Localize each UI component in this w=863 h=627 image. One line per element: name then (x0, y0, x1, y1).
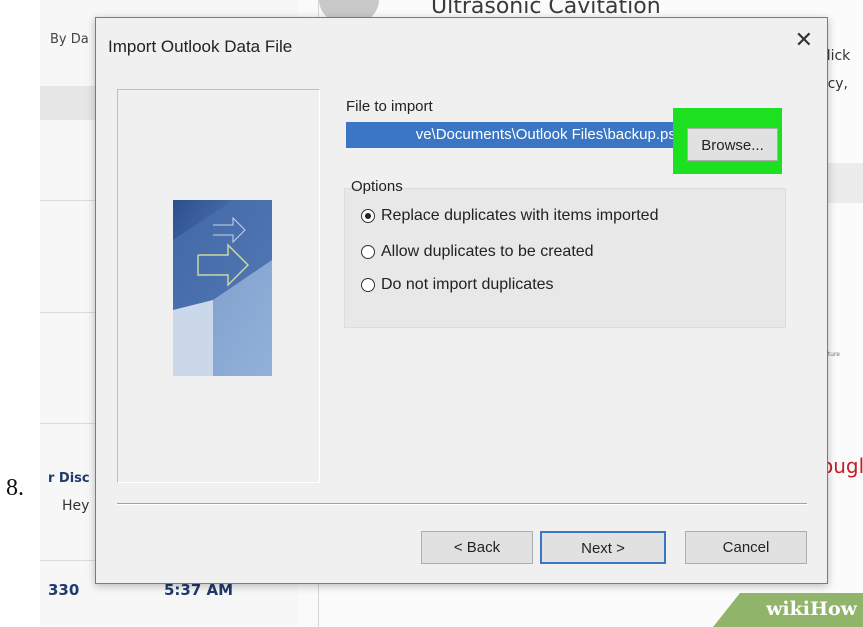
message-preview: Hey (62, 498, 90, 514)
radio-label: Replace duplicates with items imported (381, 207, 659, 224)
radio-unselected-icon[interactable] (361, 278, 375, 292)
radio-selected-icon[interactable] (361, 209, 375, 223)
back-button[interactable]: < Back (421, 531, 533, 564)
sort-by-label[interactable]: By Da (50, 32, 89, 47)
step-number: 8. (6, 475, 24, 501)
next-button[interactable]: Next > (540, 531, 666, 564)
import-dialog: Import Outlook Data File ✕ File to impor… (95, 17, 828, 584)
file-path-input[interactable]: ve\Documents\Outlook Files\backup.pst (346, 122, 680, 148)
wizard-image-pane (117, 89, 320, 483)
radio-allow-duplicates[interactable]: Allow duplicates to be created (361, 243, 594, 261)
message-sender[interactable]: r Disc (48, 471, 90, 486)
radio-label: Do not import duplicates (381, 276, 554, 293)
cancel-button[interactable]: Cancel (685, 531, 807, 564)
wizard-graphic-icon (173, 200, 272, 376)
radio-label: Allow duplicates to be created (381, 243, 594, 260)
message-number: 330 (48, 581, 80, 599)
dialog-title: Import Outlook Data File (108, 37, 293, 56)
options-label: Options (351, 178, 403, 195)
close-icon[interactable]: ✕ (795, 30, 813, 52)
radio-replace-duplicates[interactable]: Replace duplicates with items imported (361, 207, 658, 225)
watermark-text: wikiHow (766, 598, 857, 620)
radio-unselected-icon[interactable] (361, 245, 375, 259)
file-to-import-label: File to import (346, 98, 433, 115)
radio-no-duplicates[interactable]: Do not import duplicates (361, 276, 554, 294)
dialog-divider (117, 503, 807, 504)
browse-button[interactable]: Browse... (687, 128, 778, 161)
